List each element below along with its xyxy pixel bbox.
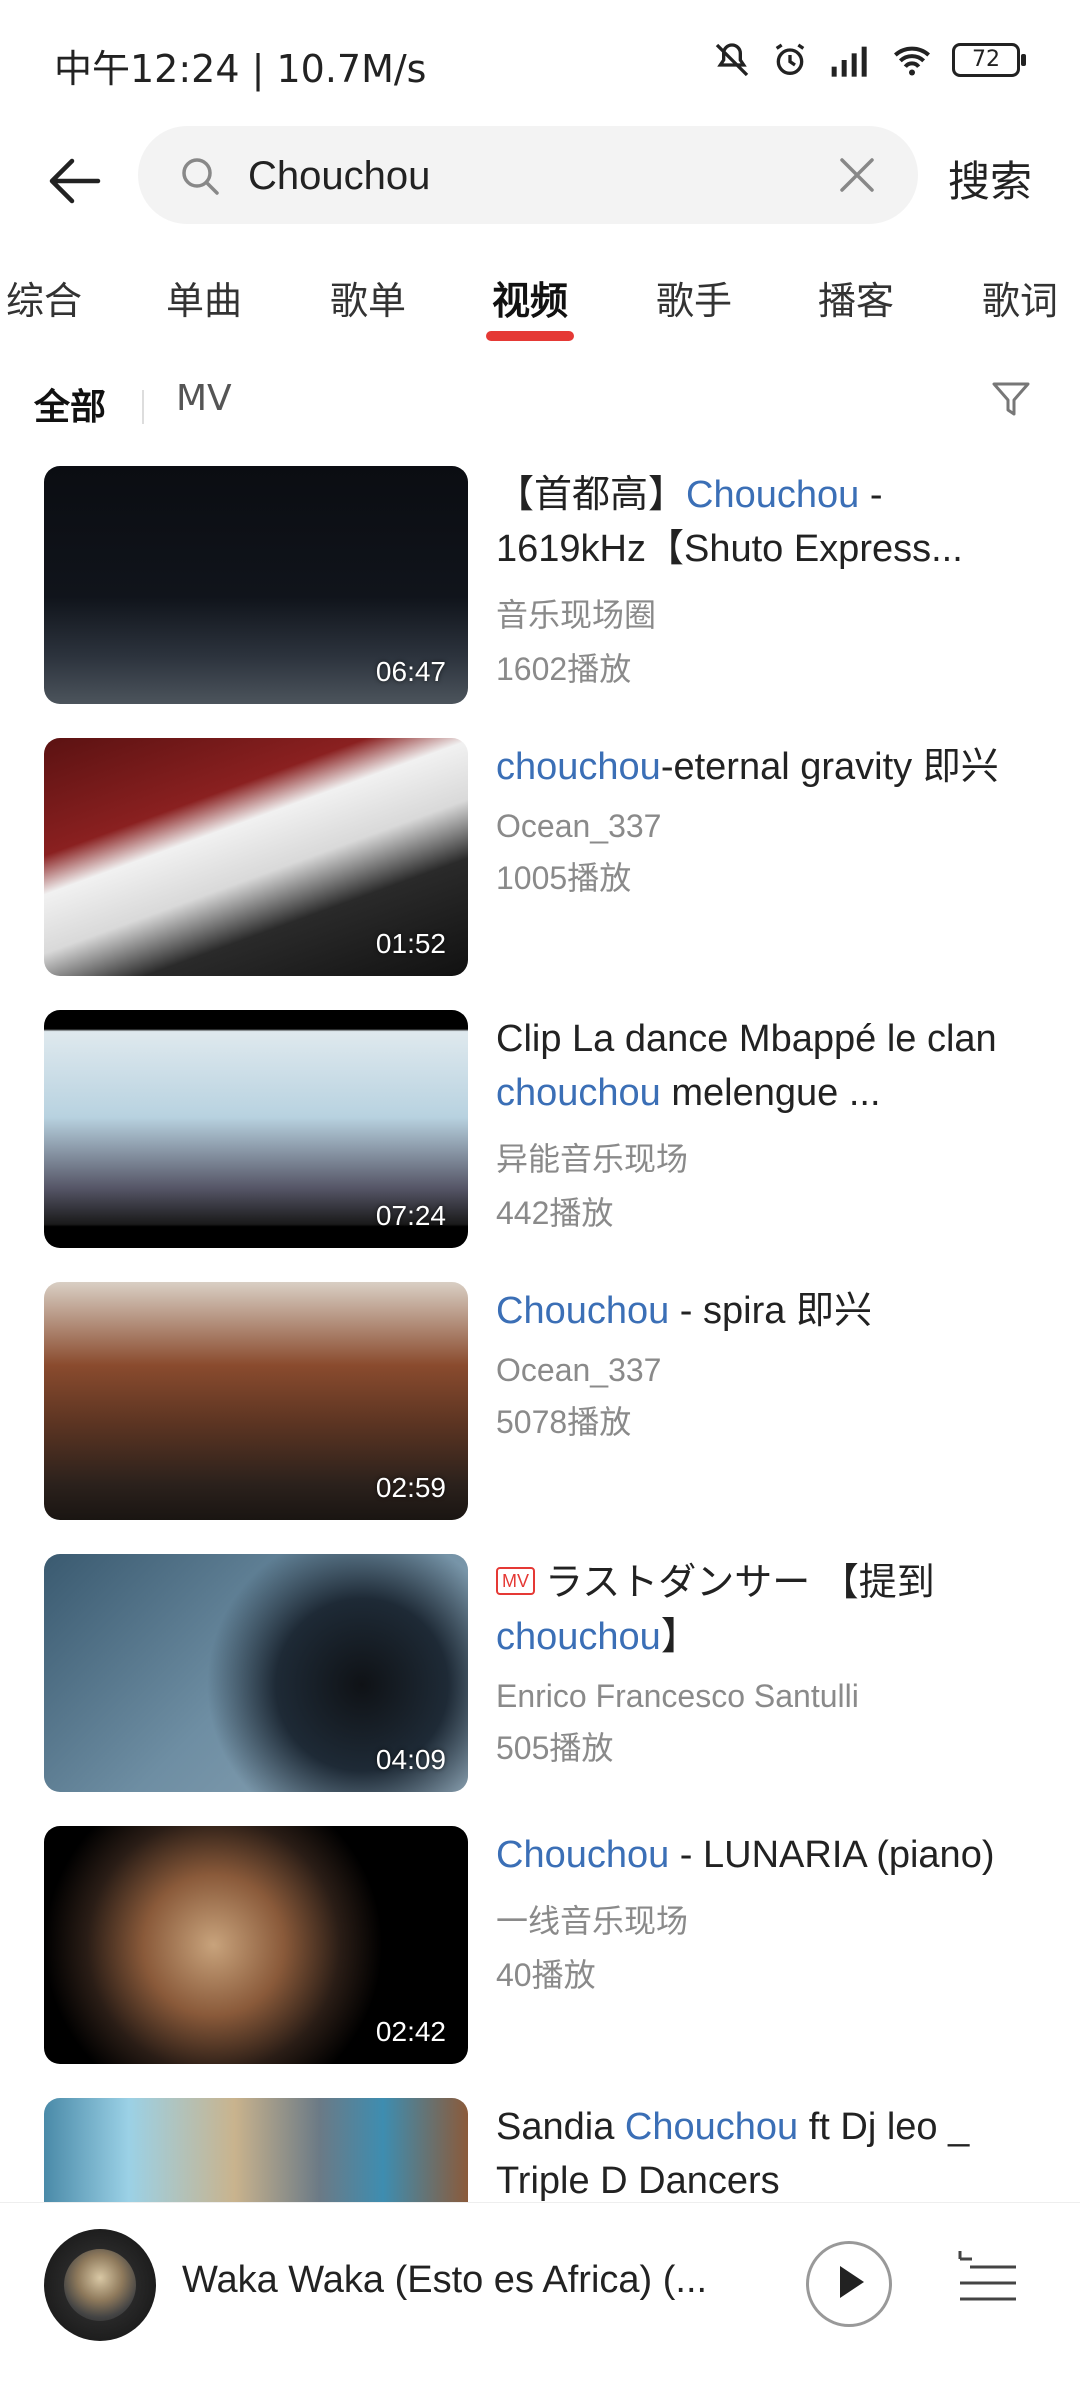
video-author: 异能音乐现场 xyxy=(496,1141,689,1177)
video-duration: 07:24 xyxy=(375,1200,446,1231)
list-item[interactable]: 04:09 MV ラストダンサー 【提到chouchou】 Enrico Fran… xyxy=(0,1554,1080,1794)
list-item[interactable]: 02:59 Chouchou - spira 即兴 Ocean_337 5078… xyxy=(0,1282,1080,1522)
video-plays: 1602播放 xyxy=(496,651,632,687)
video-title: Clip La dance Mbappé le clan chouchou me… xyxy=(496,1018,997,1114)
tab-artists[interactable]: 歌手 xyxy=(656,270,732,325)
back-button[interactable] xyxy=(40,146,110,216)
clear-icon[interactable] xyxy=(834,152,880,198)
video-plays: 505播放 xyxy=(496,1730,614,1766)
battery-indicator: 72 xyxy=(952,43,1026,77)
video-author: Enrico Francesco Santulli xyxy=(496,1678,859,1714)
list-item[interactable]: 06:47 【首都高】Chouchou - 1619kHz【Shuto Expr… xyxy=(0,466,1080,706)
status-icons: 72 xyxy=(712,40,1026,80)
tab-lyrics[interactable]: 歌词 xyxy=(982,270,1058,325)
list-item[interactable]: 01:52 chouchou-eternal gravity 即兴 Ocean_… xyxy=(0,738,1080,978)
category-tabs: 综合 单曲 歌单 视频 歌手 播客 歌词 xyxy=(0,270,1080,350)
video-info: 【首都高】Chouchou - 1619kHz【Shuto Express...… xyxy=(496,468,1036,690)
video-subfilter: 全部 MV xyxy=(0,370,1080,440)
playlist-icon xyxy=(958,2251,1016,2301)
arrow-left-icon xyxy=(49,158,101,204)
signal-icon xyxy=(831,46,867,77)
tab-songs[interactable]: 单曲 xyxy=(166,270,242,325)
album-art[interactable] xyxy=(44,2229,156,2341)
search-box xyxy=(138,126,918,224)
video-title: Sandia Chouchou ft Dj leo _ Triple D Dan… xyxy=(496,2106,970,2202)
status-bar: 中午12:24 | 10.7M/s 72 xyxy=(0,0,1080,126)
play-button[interactable] xyxy=(806,2241,892,2327)
video-thumbnail[interactable]: 01:52 xyxy=(44,738,468,976)
tab-overview[interactable]: 综合 xyxy=(6,270,82,325)
video-duration: 01:52 xyxy=(375,928,446,959)
video-thumbnail[interactable]: 07:24 xyxy=(44,1010,468,1248)
playlist-button[interactable] xyxy=(956,2247,1022,2317)
video-thumbnail[interactable]: 06:47 xyxy=(44,466,468,704)
video-author: Ocean_337 xyxy=(496,808,662,844)
alarm-icon xyxy=(775,43,805,75)
video-info: Chouchou - LUNARIA (piano) 一线音乐现场 40播放 xyxy=(496,1828,1036,1996)
tab-podcasts[interactable]: 播客 xyxy=(818,270,894,325)
video-info: MV ラストダンサー 【提到chouchou】 Enrico Francesco … xyxy=(496,1556,1036,1769)
list-item[interactable]: 02:42 Chouchou - LUNARIA (piano) 一线音乐现场 … xyxy=(0,1826,1080,2066)
video-author: Ocean_337 xyxy=(496,1352,662,1388)
video-duration: 04:09 xyxy=(375,1744,446,1775)
list-item[interactable]: 07:24 Clip La dance Mbappé le clan chouc… xyxy=(0,1010,1080,1250)
video-plays: 40播放 xyxy=(496,1957,596,1993)
video-plays: 1005播放 xyxy=(496,860,632,896)
search-header: 搜索 xyxy=(0,126,1080,234)
mute-bell-icon xyxy=(715,43,749,77)
filter-all[interactable]: 全部 xyxy=(34,378,106,430)
filter-mv[interactable]: MV xyxy=(176,378,232,419)
video-info: Sandia Chouchou ft Dj leo _ Triple D Dan… xyxy=(496,2100,1036,2208)
filter-button[interactable] xyxy=(990,378,1032,424)
video-author: 音乐现场圈 xyxy=(496,597,657,633)
tab-playlists[interactable]: 歌单 xyxy=(330,270,406,325)
tab-videos[interactable]: 视频 xyxy=(485,270,575,341)
video-thumbnail[interactable]: 04:09 xyxy=(44,1554,468,1792)
video-duration: 02:59 xyxy=(375,1472,446,1503)
subfilter-divider xyxy=(142,390,144,424)
video-info: chouchou-eternal gravity 即兴 Ocean_337 10… xyxy=(496,740,1036,899)
video-title: Chouchou - LUNARIA (piano) xyxy=(496,1834,995,1876)
video-title: 【首都高】Chouchou - 1619kHz【Shuto Express... xyxy=(496,474,963,570)
search-icon xyxy=(182,158,219,195)
video-info: Clip La dance Mbappé le clan chouchou me… xyxy=(496,1012,1036,1234)
video-plays: 442播放 xyxy=(496,1195,614,1231)
video-duration: 02:42 xyxy=(375,2016,446,2047)
video-duration: 06:47 xyxy=(375,656,446,687)
video-thumbnail[interactable]: 02:42 xyxy=(44,1826,468,2064)
search-button[interactable]: 搜索 xyxy=(948,148,1032,209)
now-playing-title[interactable]: Waka Waka (Esto es Africa) (... xyxy=(182,2259,742,2302)
mini-player[interactable]: Waka Waka (Esto es Africa) (... xyxy=(0,2202,1080,2401)
video-title: Chouchou - spira 即兴 xyxy=(496,1290,872,1332)
video-thumbnail[interactable]: 02:59 xyxy=(44,1282,468,1520)
video-title: MV ラストダンサー 【提到chouchou】 xyxy=(496,1562,935,1658)
status-time: 中午12:24 | 10.7M/s xyxy=(54,47,427,91)
video-title: chouchou-eternal gravity 即兴 xyxy=(496,746,999,788)
mv-badge: MV xyxy=(496,1566,535,1595)
wifi-icon xyxy=(894,46,930,76)
video-plays: 5078播放 xyxy=(496,1404,632,1440)
video-author: 一线音乐现场 xyxy=(496,1903,689,1939)
funnel-icon xyxy=(992,382,1030,416)
video-info: Chouchou - spira 即兴 Ocean_337 5078播放 xyxy=(496,1284,1036,1443)
search-input[interactable] xyxy=(246,146,810,206)
